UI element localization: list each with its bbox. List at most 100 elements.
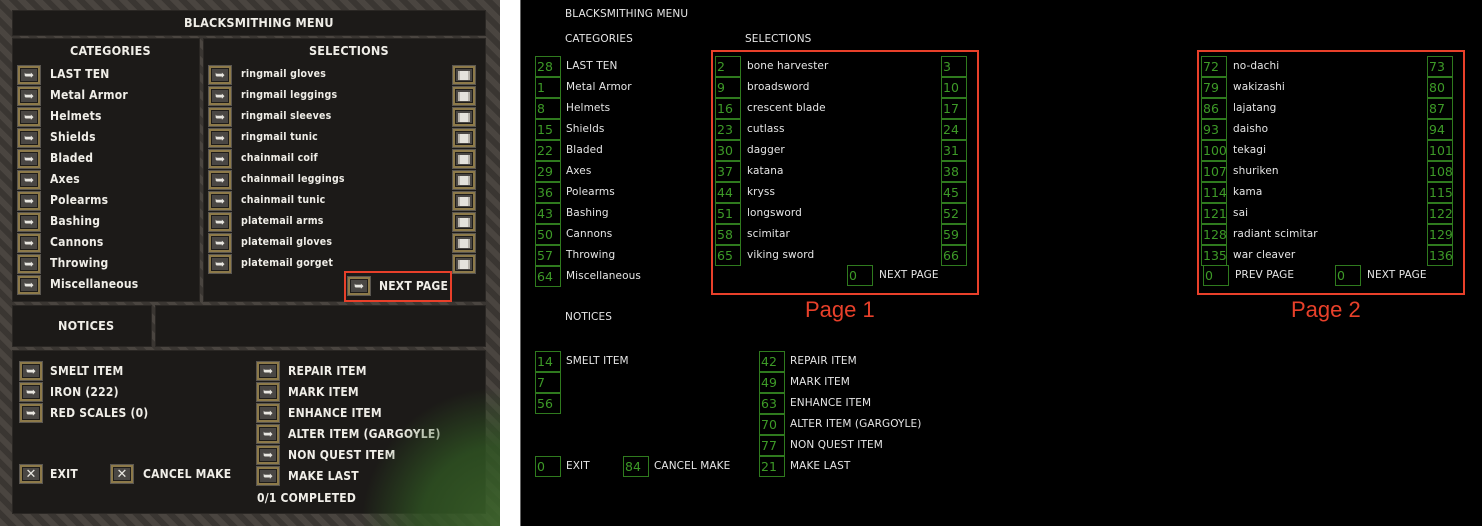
page2-item-info-id[interactable]: 129 [1427,224,1453,245]
map-action-id[interactable]: 21 [759,456,785,477]
page2-item-make-id[interactable]: 79 [1201,77,1227,98]
gump-action-button[interactable]: ➥ [257,362,279,380]
gump-action-button[interactable]: ➥ [257,404,279,422]
map-category-id[interactable]: 57 [535,245,561,266]
gump-action-button[interactable]: ➥ [257,383,279,401]
gump-selection-make-button[interactable]: ➥ [209,150,231,168]
page1-item-info-id[interactable]: 45 [941,182,967,203]
map-action-id[interactable]: 77 [759,435,785,456]
page1-next-page-id[interactable]: 0 [847,265,873,286]
page1-item-info-id[interactable]: 10 [941,77,967,98]
gump-category-button[interactable]: ➥ [18,129,40,147]
gump-category-button[interactable]: ➥ [18,87,40,105]
gump-category-button[interactable]: ➥ [18,171,40,189]
page2-item-info-id[interactable]: 80 [1427,77,1453,98]
map-category-id[interactable]: 50 [535,224,561,245]
gump-category-button[interactable]: ➥ [18,276,40,294]
page2-item-info-id[interactable]: 101 [1427,140,1453,161]
gump-selection-info-button[interactable] [453,171,475,189]
gump-category-button[interactable]: ➥ [18,255,40,273]
gump-action-button[interactable]: ➥ [257,446,279,464]
page2-item-info-id[interactable]: 87 [1427,98,1453,119]
gump-category-button[interactable]: ➥ [18,108,40,126]
map-category-id[interactable]: 64 [535,266,561,287]
gump-selection-info-button[interactable] [453,150,475,168]
gump-cancel-make-button[interactable]: ✕ [111,465,133,483]
map-action-id[interactable]: 42 [759,351,785,372]
gump-selection-make-button[interactable]: ➥ [209,213,231,231]
gump-notice-button[interactable]: ➥ [20,383,42,401]
map-notice-id[interactable]: 14 [535,351,561,372]
page1-item-make-id[interactable]: 23 [715,119,741,140]
gump-selection-make-button[interactable]: ➥ [209,66,231,84]
map-notice-id[interactable]: 56 [535,393,561,414]
page1-item-info-id[interactable]: 17 [941,98,967,119]
gump-category-button[interactable]: ➥ [18,192,40,210]
page1-item-make-id[interactable]: 51 [715,203,741,224]
map-exit-id[interactable]: 0 [535,456,561,477]
map-category-id[interactable]: 22 [535,140,561,161]
gump-category-button[interactable]: ➥ [18,66,40,84]
page2-item-info-id[interactable]: 136 [1427,245,1453,266]
map-action-id[interactable]: 70 [759,414,785,435]
map-action-id[interactable]: 49 [759,372,785,393]
page1-item-info-id[interactable]: 59 [941,224,967,245]
page2-prev-page-id[interactable]: 0 [1203,265,1229,286]
map-category-id[interactable]: 1 [535,77,561,98]
gump-selection-make-button[interactable]: ➥ [209,192,231,210]
gump-selection-make-button[interactable]: ➥ [209,108,231,126]
gump-exit-button[interactable]: ✕ [20,465,42,483]
map-category-id[interactable]: 15 [535,119,561,140]
page2-item-make-id[interactable]: 135 [1201,245,1227,266]
map-category-id[interactable]: 8 [535,98,561,119]
map-category-id[interactable]: 43 [535,203,561,224]
gump-category-button[interactable]: ➥ [18,234,40,252]
page2-item-make-id[interactable]: 128 [1201,224,1227,245]
page2-item-info-id[interactable]: 94 [1427,119,1453,140]
page1-item-make-id[interactable]: 2 [715,56,741,77]
page2-item-make-id[interactable]: 107 [1201,161,1227,182]
page1-item-make-id[interactable]: 37 [715,161,741,182]
page1-item-make-id[interactable]: 44 [715,182,741,203]
page2-item-make-id[interactable]: 121 [1201,203,1227,224]
page2-item-make-id[interactable]: 114 [1201,182,1227,203]
page1-item-info-id[interactable]: 31 [941,140,967,161]
map-category-id[interactable]: 36 [535,182,561,203]
page1-item-make-id[interactable]: 30 [715,140,741,161]
page1-item-info-id[interactable]: 38 [941,161,967,182]
gump-selection-info-button[interactable] [453,129,475,147]
page1-item-make-id[interactable]: 9 [715,77,741,98]
gump-selection-make-button[interactable]: ➥ [209,87,231,105]
page2-item-info-id[interactable]: 108 [1427,161,1453,182]
page2-item-info-id[interactable]: 122 [1427,203,1453,224]
map-action-id[interactable]: 63 [759,393,785,414]
gump-selection-make-button[interactable]: ➥ [209,255,231,273]
page1-item-make-id[interactable]: 58 [715,224,741,245]
gump-selection-info-button[interactable] [453,87,475,105]
page2-item-make-id[interactable]: 93 [1201,119,1227,140]
map-category-id[interactable]: 29 [535,161,561,182]
gump-selection-info-button[interactable] [453,66,475,84]
page1-item-info-id[interactable]: 66 [941,245,967,266]
gump-category-button[interactable]: ➥ [18,213,40,231]
gump-selection-make-button[interactable]: ➥ [209,234,231,252]
page2-item-make-id[interactable]: 100 [1201,140,1227,161]
page1-item-info-id[interactable]: 52 [941,203,967,224]
gump-selection-info-button[interactable] [453,255,475,273]
gump-category-button[interactable]: ➥ [18,150,40,168]
gump-selection-info-button[interactable] [453,192,475,210]
map-category-id[interactable]: 28 [535,56,561,77]
page1-item-info-id[interactable]: 3 [941,56,967,77]
gump-selection-info-button[interactable] [453,108,475,126]
page1-item-info-id[interactable]: 24 [941,119,967,140]
gump-selection-make-button[interactable]: ➥ [209,129,231,147]
gump-notice-button[interactable]: ➥ [20,362,42,380]
page2-next-page-id[interactable]: 0 [1335,265,1361,286]
page1-item-make-id[interactable]: 65 [715,245,741,266]
page2-item-info-id[interactable]: 115 [1427,182,1453,203]
map-notice-id[interactable]: 7 [535,372,561,393]
gump-action-button[interactable]: ➥ [257,467,279,485]
page2-item-info-id[interactable]: 73 [1427,56,1453,77]
gump-selection-make-button[interactable]: ➥ [209,171,231,189]
page2-item-make-id[interactable]: 72 [1201,56,1227,77]
